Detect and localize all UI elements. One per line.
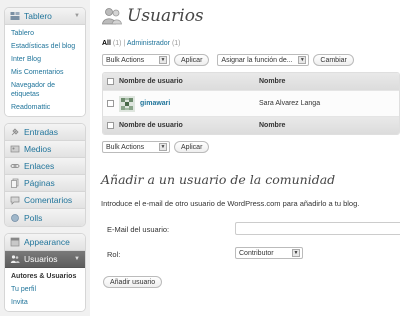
menu-appearance-label: Appearance: [24, 237, 70, 247]
apply-button-label: Aplicar: [181, 56, 203, 64]
menu-polls[interactable]: Polls: [5, 209, 85, 226]
pages-icon: [9, 178, 20, 189]
menu-medios[interactable]: Medios: [5, 141, 85, 158]
submenu-tag-browser[interactable]: Navegador de etiquetas: [5, 79, 85, 101]
menu-comentarios[interactable]: Comentarios: [5, 192, 85, 209]
settings-menu: Appearance Usuarios ▼ Autores & Usuarios…: [4, 233, 86, 312]
chevron-down-icon: ▼: [298, 56, 307, 64]
users-page-icon: [101, 6, 123, 26]
page-header: Usuarios: [101, 6, 204, 26]
menu-dashboard-label: Tablero: [24, 11, 52, 21]
menu-comentarios-label: Comentarios: [24, 195, 73, 205]
menu-entradas-label: Entradas: [24, 127, 59, 137]
filter-all[interactable]: All: [102, 40, 111, 47]
appearance-icon: [9, 237, 20, 248]
menu-medios-label: Medios: [24, 144, 52, 154]
top-tablenav: Bulk Actions ▼ Aplicar Asignar la funció…: [102, 54, 354, 66]
page-title: Usuarios: [127, 6, 204, 26]
submenu-blog-stats[interactable]: Estadísticas del blog: [5, 40, 85, 53]
add-user-heading: Añadir a un usuario de la comunidad: [101, 172, 336, 187]
filter-administrator[interactable]: Administrador: [127, 40, 170, 47]
menu-paginas-label: Páginas: [24, 178, 55, 188]
dashboard-menu: Tablero ▼ Tablero Estadísticas del blog …: [4, 7, 86, 117]
chevron-down-icon: ▼: [159, 56, 167, 64]
assign-role-value: Asignar la función de...: [221, 56, 293, 64]
users-icon: [9, 254, 20, 265]
menu-usuarios-label: Usuarios: [24, 254, 58, 264]
column-name-footer[interactable]: Nombre: [259, 122, 399, 129]
link-icon: [9, 161, 20, 172]
menu-entradas[interactable]: Entradas: [5, 124, 85, 141]
bulk-actions-value: Bulk Actions: [106, 56, 145, 64]
menu-toggle-icon[interactable]: ▼: [72, 11, 82, 21]
username-link[interactable]: gimawari: [140, 100, 170, 107]
media-icon: [9, 144, 20, 155]
apply-button-bottom[interactable]: Aplicar: [174, 141, 210, 153]
submenu-readomattic[interactable]: Readomattic: [5, 101, 85, 114]
bulk-actions-value-bottom: Bulk Actions: [106, 143, 145, 151]
select-all-checkbox-footer[interactable]: [107, 122, 114, 129]
menu-usuarios[interactable]: Usuarios ▼: [5, 251, 85, 268]
role-select-value: Contributor: [239, 249, 274, 257]
submenu-your-profile[interactable]: Tu perfil: [5, 283, 85, 296]
submenu-tablero[interactable]: Tablero: [5, 27, 85, 40]
submenu-authors-users[interactable]: Autores & Usuarios: [5, 270, 85, 283]
avatar[interactable]: [119, 95, 135, 112]
email-label: E-Mail del usuario:: [107, 225, 170, 234]
menu-enlaces-label: Enlaces: [24, 161, 55, 171]
menu-appearance[interactable]: Appearance: [5, 234, 85, 251]
add-user-button-label: Añadir usuario: [110, 278, 156, 286]
select-all-checkbox[interactable]: [107, 78, 114, 85]
change-button-label: Cambiar: [320, 56, 347, 64]
bottom-tablenav: Bulk Actions ▼ Aplicar: [102, 141, 210, 153]
main-content: Usuarios All (1) | Administrador (1) Bul…: [97, 0, 400, 316]
menu-enlaces[interactable]: Enlaces: [5, 158, 85, 175]
filter-all-count: (1): [112, 40, 122, 47]
filter-separator: |: [123, 40, 126, 47]
comment-icon: [9, 195, 20, 206]
menu-dashboard[interactable]: Tablero ▼: [5, 8, 85, 25]
poll-icon: [9, 212, 20, 223]
pin-icon: [9, 127, 20, 138]
role-filters: All (1) | Administrador (1): [102, 40, 181, 47]
apply-button-top[interactable]: Aplicar: [174, 54, 210, 66]
filter-admin-count: (1): [171, 40, 181, 47]
table-row: gimawari Sara Alvarez Langa: [103, 90, 399, 117]
row-checkbox[interactable]: [107, 100, 114, 107]
submenu-invite[interactable]: Invita: [5, 296, 85, 309]
bulk-actions-select-bottom[interactable]: Bulk Actions ▼: [102, 141, 170, 153]
assign-role-select[interactable]: Asignar la función de... ▼: [217, 54, 310, 66]
change-button[interactable]: Cambiar: [313, 54, 354, 66]
bulk-actions-select-top[interactable]: Bulk Actions ▼: [102, 54, 170, 66]
submenu-my-comments[interactable]: Mis Comentarios: [5, 66, 85, 79]
menu-paginas[interactable]: Páginas: [5, 175, 85, 192]
dashboard-submenu: Tablero Estadísticas del blog Inter Blog…: [5, 25, 85, 116]
column-name[interactable]: Nombre: [259, 78, 399, 85]
table-footer: Nombre de usuario Nombre: [103, 117, 399, 134]
content-menu: Entradas Medios Enlaces Páginas Comentar…: [4, 123, 86, 227]
dashboard-icon: [9, 11, 20, 22]
menu-polls-label: Polls: [24, 212, 43, 223]
admin-sidebar: Tablero ▼ Tablero Estadísticas del blog …: [0, 0, 90, 316]
users-submenu: Autores & Usuarios Tu perfil Invita: [5, 268, 85, 311]
chevron-down-icon: ▼: [159, 143, 167, 151]
user-fullname: Sara Alvarez Langa: [259, 100, 321, 107]
menu-toggle-icon[interactable]: ▼: [72, 254, 82, 264]
add-user-button[interactable]: Añadir usuario: [103, 276, 163, 288]
column-username-footer[interactable]: Nombre de usuario: [119, 122, 259, 129]
apply-button-bottom-label: Aplicar: [181, 143, 203, 151]
table-header: Nombre de usuario Nombre: [103, 73, 399, 90]
user-cell: gimawari: [119, 95, 259, 112]
email-field[interactable]: [235, 222, 400, 235]
add-user-intro: Introduce el e-mail de otro usuario de W…: [101, 199, 360, 208]
users-table: Nombre de usuario Nombre gimawari Sara A…: [102, 72, 400, 135]
role-select[interactable]: Contributor ▼: [235, 247, 303, 259]
submenu-inter-blog[interactable]: Inter Blog: [5, 53, 85, 66]
column-username[interactable]: Nombre de usuario: [119, 78, 259, 85]
chevron-down-icon: ▼: [292, 249, 300, 257]
role-label: Rol:: [107, 250, 121, 259]
